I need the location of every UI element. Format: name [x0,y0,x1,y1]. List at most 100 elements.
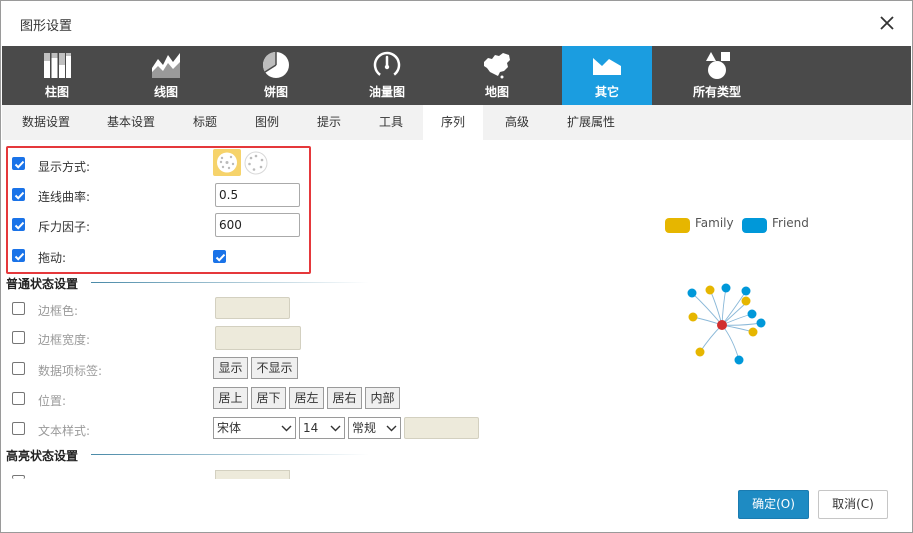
graph-node [748,327,758,337]
dialog-title: 图形设置 [20,19,73,34]
cancel-button[interactable]: 取消(C) [818,490,888,519]
text-style-checkbox[interactable] [12,422,25,435]
border-color-picker[interactable] [215,297,290,319]
font-size-value: 14 [303,421,319,435]
legend-swatch [742,218,767,233]
tab-series[interactable]: 序列 [423,105,483,140]
chart-type-bar: 柱图 线图 饼图 油量图 地图 其它 所有类型 [2,46,911,105]
show-label-button[interactable]: 显示 [213,357,248,379]
graph-node [734,355,744,365]
graph-settings-dialog: 图形设置 柱图 线图 饼图 油量图 地图 其它 所有类型 数据设置 基本设置 标… [0,0,913,533]
border-color-label: 边框色: [38,304,79,318]
position-label: 位置: [38,394,67,408]
data-label-row: 数据项标签: 显示 不显示 [1,357,321,381]
legend-item-family[interactable]: Family [665,216,745,234]
draggable-value-checkbox[interactable] [213,250,226,263]
tab-legend[interactable]: 图例 [242,105,292,140]
display-mode-checkbox[interactable] [12,157,25,170]
display-mode-label: 显示方式: [38,160,91,174]
graph-center-node [717,320,727,330]
chart-type-label: 线图 [153,85,178,99]
legend-label: Family [695,216,734,230]
curveness-input[interactable]: 0.5 [215,183,300,207]
tab-advanced[interactable]: 高级 [492,105,542,140]
border-width-input[interactable] [215,326,301,350]
chart-type-line-chart[interactable]: 线图 [121,46,211,105]
close-icon[interactable] [877,13,897,33]
chart-type-label: 其它 [594,85,619,99]
font-family-select[interactable]: 宋体 [213,417,296,439]
text-color-picker[interactable] [404,417,479,439]
graph-node [705,285,715,295]
position-checkbox[interactable] [12,392,25,405]
graph-node [688,312,698,322]
highlight-state-section-title: 高亮状态设置 [6,449,79,463]
gauge-icon [372,50,402,80]
curveness-checkbox[interactable] [12,188,25,201]
force-layout-option[interactable] [213,149,241,176]
chevron-down-icon [386,425,397,432]
repulsion-row: 斥力因子: 600 [1,213,321,237]
circular-layout-option[interactable] [243,150,269,176]
normal-state-section-title: 普通状态设置 [6,277,79,291]
tab-toolbox[interactable]: 工具 [366,105,416,140]
draggable-row: 拖动: [1,243,321,267]
position-right-button[interactable]: 居右 [327,387,362,409]
border-color-checkbox[interactable] [12,302,25,315]
chart-type-gauge[interactable]: 油量图 [342,46,432,105]
chart-type-label: 饼图 [263,85,288,99]
ok-button[interactable]: 确定(O) [738,490,809,519]
graph-node [741,286,751,296]
chart-type-map[interactable]: 地图 [452,46,542,105]
repulsion-checkbox[interactable] [12,218,25,231]
draggable-label: 拖动: [38,251,67,265]
graph-node [747,309,757,319]
chart-type-pie-chart[interactable]: 饼图 [231,46,321,105]
chart-type-label: 地图 [484,85,509,99]
position-bottom-button[interactable]: 居下 [251,387,286,409]
force-graph-preview [687,283,766,365]
draggable-checkbox[interactable] [12,249,25,262]
pie-chart-icon [261,50,291,80]
position-inside-button[interactable]: 内部 [365,387,400,409]
font-size-select[interactable]: 14 [299,417,345,439]
other-chart-icon [592,50,622,80]
tab-extended-properties[interactable]: 扩展属性 [554,105,628,140]
data-label-checkbox[interactable] [12,362,25,375]
force-layout-icon [217,152,237,173]
chart-type-label: 柱图 [44,85,69,99]
position-top-button[interactable]: 居上 [213,387,248,409]
chart-type-label: 油量图 [368,85,405,99]
repulsion-input[interactable]: 600 [215,213,300,237]
tab-basic-settings[interactable]: 基本设置 [94,105,168,140]
border-width-checkbox[interactable] [12,331,25,344]
border-color-row: 边框色: [1,297,321,321]
highlight-border-color-checkbox[interactable] [12,475,25,479]
chart-type-label: 所有类型 [692,85,741,99]
chart-type-other[interactable]: 其它 [562,46,652,105]
map-icon [482,50,512,80]
data-label-label: 数据项标签: [38,364,103,378]
tab-data-settings[interactable]: 数据设置 [9,105,83,140]
border-width-label: 边框宽度: [38,333,91,347]
hide-label-button[interactable]: 不显示 [251,357,298,379]
chart-type-all-types[interactable]: 所有类型 [672,46,762,105]
position-row: 位置: 居上 居下 居左 居右 内部 [1,387,421,411]
font-weight-value: 常规 [352,421,377,435]
tab-title[interactable]: 标题 [180,105,230,140]
graph-node [687,288,697,298]
legend-item-friend[interactable]: Friend [742,216,822,234]
normal-state-divider [91,282,369,283]
curveness-label: 连线曲率: [38,190,91,204]
font-weight-select[interactable]: 常规 [348,417,401,439]
position-left-button[interactable]: 居左 [289,387,324,409]
tab-tooltip[interactable]: 提示 [304,105,354,140]
highlight-state-divider [91,454,369,455]
legend-swatch [665,218,690,233]
highlight-border-color-picker[interactable] [215,470,290,479]
chart-type-bar-chart[interactable]: 柱图 [12,46,102,105]
circular-layout-icon [244,151,268,175]
title-bar: 图形设置 [1,1,912,46]
line-chart-icon [151,50,181,80]
legend-label: Friend [772,216,809,230]
